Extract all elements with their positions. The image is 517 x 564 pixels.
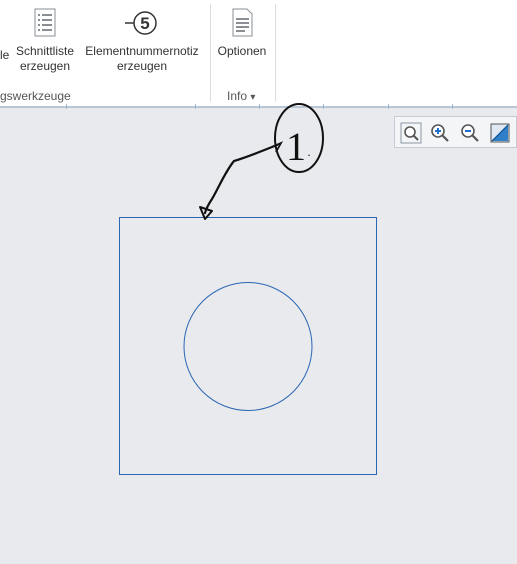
annotation-dot: . — [307, 145, 310, 159]
leader-line — [203, 143, 279, 215]
drawing-canvas[interactable]: 1 . — [0, 0, 517, 564]
annotation-number: 1 — [286, 124, 306, 169]
square-outline — [119, 217, 377, 475]
circle-outline — [183, 282, 313, 411]
